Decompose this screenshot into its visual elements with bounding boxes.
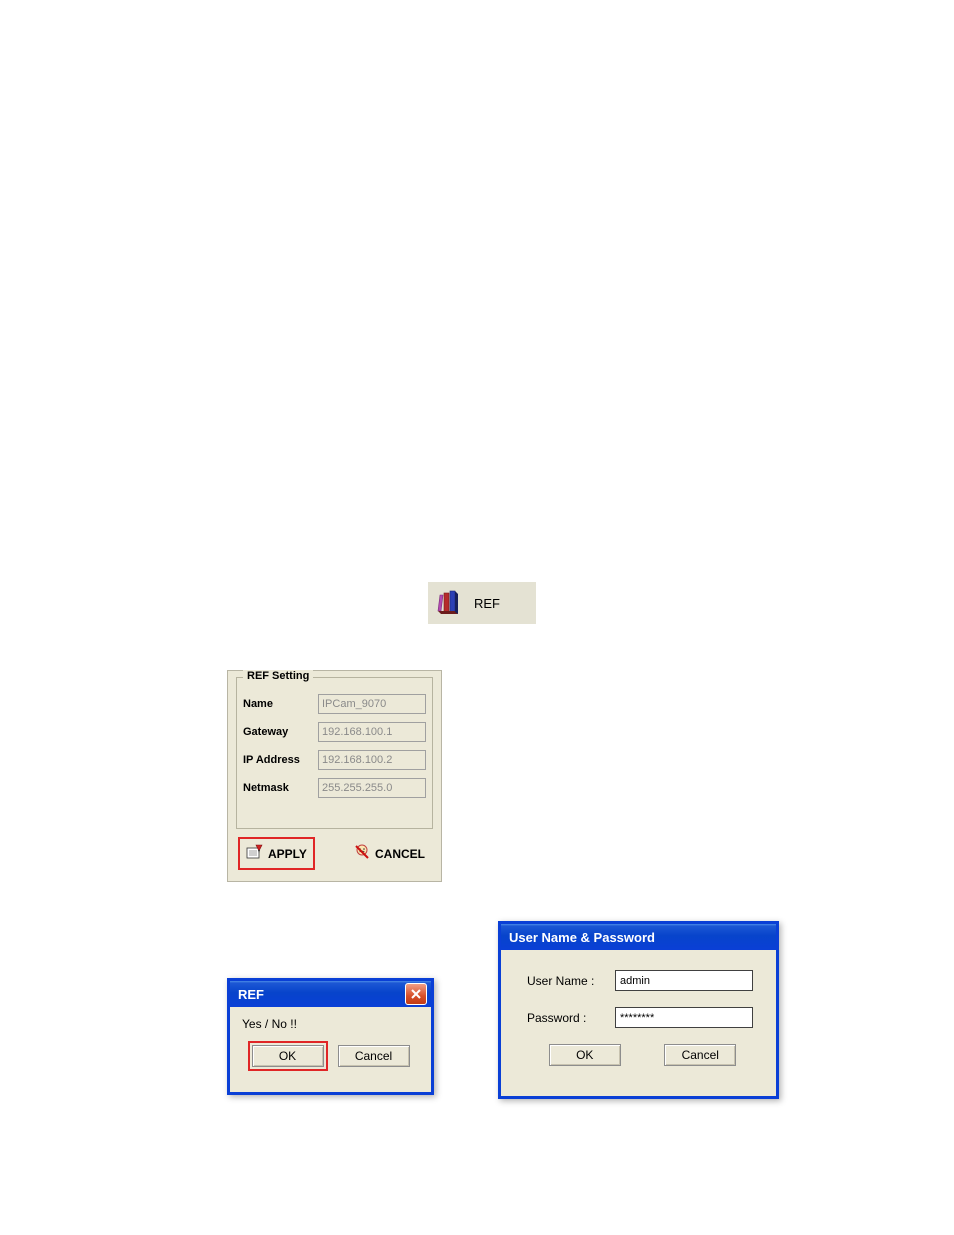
name-label: Name — [243, 698, 318, 710]
cancel-panel-button-label: CANCEL — [375, 847, 425, 861]
auth-dialog: User Name & Password User Name : Passwor… — [498, 921, 779, 1099]
netmask-label: Netmask — [243, 782, 318, 794]
apply-button-label: APPLY — [268, 847, 307, 861]
field-row-name: Name — [243, 694, 426, 714]
confirm-cancel-button[interactable]: Cancel — [338, 1045, 410, 1067]
ref-setting-groupbox: REF Setting Name Gateway IP Address Netm… — [236, 677, 433, 829]
ip-input[interactable] — [318, 750, 426, 770]
confirm-ok-button[interactable]: OK — [252, 1045, 324, 1067]
books-icon — [436, 589, 464, 617]
apply-icon — [246, 843, 264, 864]
field-row-gateway: Gateway — [243, 722, 426, 742]
ref-confirm-dialog: REF Yes / No !! OK Cancel — [227, 978, 434, 1095]
close-button[interactable] — [405, 983, 427, 1005]
ip-label: IP Address — [243, 754, 318, 766]
password-input[interactable] — [615, 1007, 753, 1028]
groupbox-title: REF Setting — [243, 670, 313, 682]
netmask-input[interactable] — [318, 778, 426, 798]
cancel-panel-button[interactable]: CANCEL — [347, 837, 431, 870]
name-input[interactable] — [318, 694, 426, 714]
gateway-input[interactable] — [318, 722, 426, 742]
ref-toolbar-label: REF — [474, 596, 500, 611]
auth-cancel-label: Cancel — [682, 1048, 719, 1062]
password-label: Password : — [527, 1011, 615, 1025]
auth-title: User Name & Password — [509, 930, 655, 945]
confirm-titlebar: REF — [230, 981, 431, 1007]
auth-ok-button[interactable]: OK — [549, 1044, 621, 1066]
username-input[interactable] — [615, 970, 753, 991]
close-icon — [411, 987, 421, 1002]
auth-row-password: Password : — [527, 1007, 758, 1028]
confirm-message: Yes / No !! — [242, 1017, 419, 1031]
auth-cancel-button[interactable]: Cancel — [664, 1044, 736, 1066]
field-row-netmask: Netmask — [243, 778, 426, 798]
cancel-icon — [353, 843, 371, 864]
auth-row-username: User Name : — [527, 970, 758, 991]
gateway-label: Gateway — [243, 726, 318, 738]
confirm-cancel-label: Cancel — [355, 1049, 392, 1063]
apply-button[interactable]: APPLY — [238, 837, 315, 870]
auth-titlebar: User Name & Password — [501, 924, 776, 950]
ref-setting-panel: REF Setting Name Gateway IP Address Netm… — [227, 670, 442, 882]
auth-ok-label: OK — [576, 1048, 593, 1062]
confirm-title: REF — [238, 987, 264, 1002]
ref-toolbar-button[interactable]: REF — [428, 582, 536, 624]
username-label: User Name : — [527, 974, 615, 988]
confirm-ok-label: OK — [279, 1049, 296, 1063]
field-row-ip: IP Address — [243, 750, 426, 770]
